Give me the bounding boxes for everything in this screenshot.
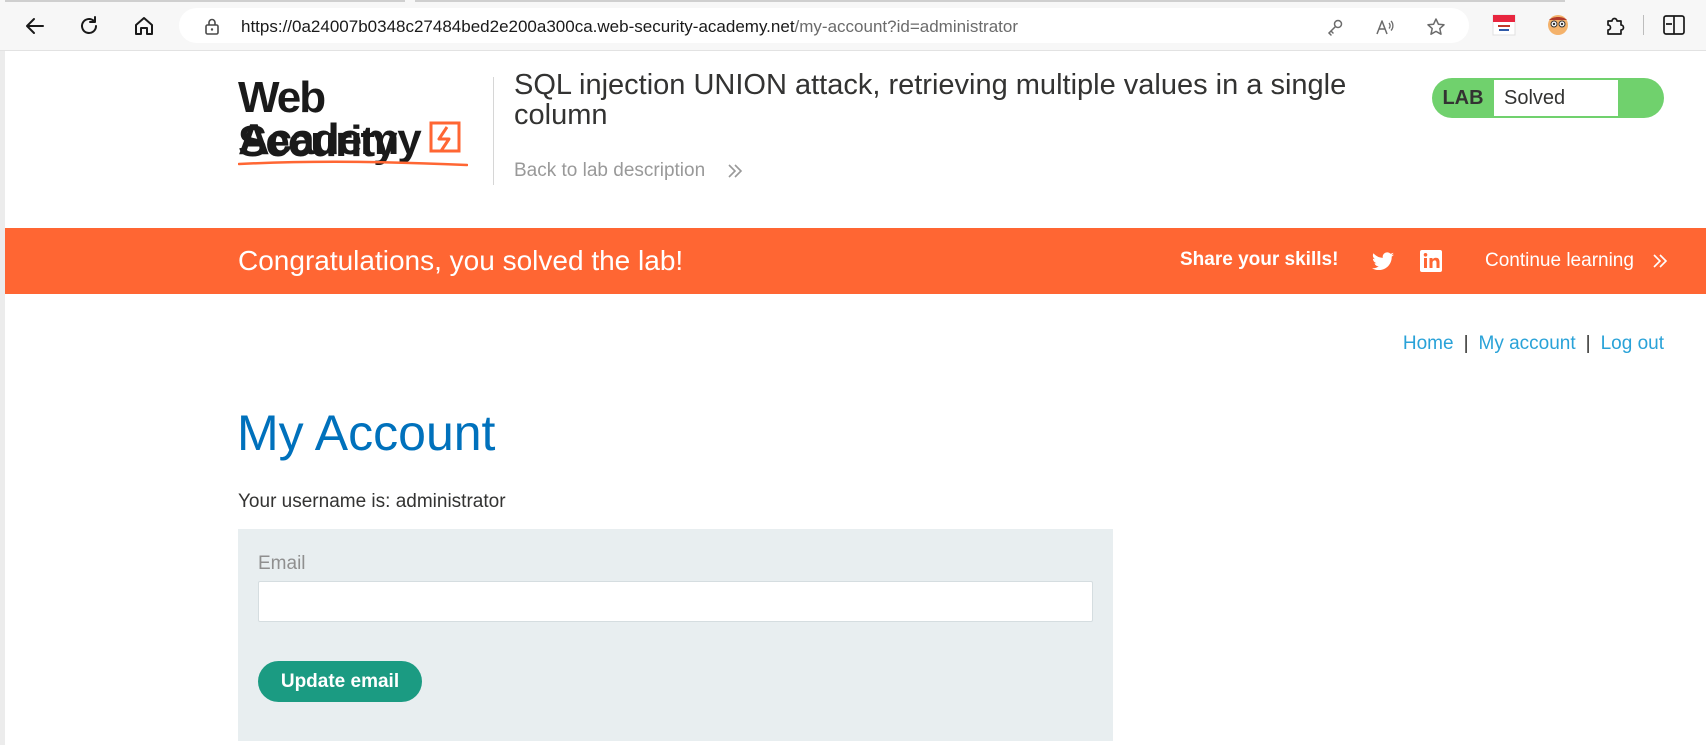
web-security-academy-logo[interactable]: Web Security Academy	[238, 76, 488, 167]
congratulations-message: Congratulations, you solved the lab!	[238, 245, 684, 276]
page-title: My Account	[237, 405, 496, 461]
header-divider	[493, 77, 494, 185]
favorite-star-icon[interactable]	[1426, 17, 1446, 37]
split-screen-icon[interactable]	[1662, 14, 1686, 36]
profile-icon[interactable]	[1546, 14, 1570, 36]
double-chevron-right-icon[interactable]	[1652, 253, 1668, 269]
solved-notification-banner: Congratulations, you solved the lab! Sha…	[5, 228, 1706, 294]
update-email-button[interactable]: Update email	[258, 661, 422, 702]
back-button[interactable]	[18, 9, 52, 43]
change-email-form: Email Update email	[238, 529, 1113, 741]
home-button[interactable]	[127, 9, 161, 43]
reload-button[interactable]	[72, 9, 106, 43]
home-icon	[135, 17, 153, 35]
home-link[interactable]: Home	[1403, 333, 1454, 354]
url-host: https://0a24007b0348c27484bed2e200a300ca…	[241, 17, 795, 36]
my-account-link[interactable]: My account	[1479, 333, 1576, 354]
window-edge	[0, 51, 5, 745]
toolbar-separator	[1643, 15, 1644, 35]
lab-status-badge: LAB Solved	[1432, 78, 1664, 118]
back-icon	[26, 18, 44, 34]
linkedin-icon[interactable]	[1419, 249, 1443, 273]
account-navigation: Home | My account | Log out	[1403, 333, 1664, 355]
logo-text-line2: Academy	[238, 115, 422, 164]
key-icon[interactable]	[1325, 17, 1345, 37]
puzzle-icon[interactable]	[1603, 14, 1627, 36]
url-text[interactable]: https://0a24007b0348c27484bed2e200a300ca…	[241, 17, 1018, 37]
url-path: /my-account?id=administrator	[794, 17, 1019, 36]
tab-strip	[5, 0, 405, 2]
browser-toolbar: https://0a24007b0348c27484bed2e200a300ca…	[0, 0, 1706, 51]
email-input[interactable]	[258, 581, 1093, 622]
read-aloud-icon[interactable]	[1375, 17, 1395, 37]
lock-icon[interactable]	[203, 17, 221, 35]
logo-underline-icon	[238, 160, 468, 167]
double-chevron-right-icon[interactable]	[727, 163, 743, 179]
email-label: Email	[258, 553, 306, 574]
log-out-link[interactable]: Log out	[1601, 333, 1664, 354]
share-skills-label: Share your skills!	[1180, 249, 1339, 270]
extension-icon[interactable]	[1492, 14, 1516, 36]
academy-logo-icon	[429, 121, 461, 153]
tab-strip	[415, 0, 1565, 2]
lab-status-value: Solved	[1494, 80, 1618, 116]
twitter-icon[interactable]	[1371, 249, 1395, 273]
nav-separator: |	[1585, 333, 1591, 354]
back-to-lab-description-link[interactable]: Back to lab description	[514, 160, 705, 182]
nav-separator: |	[1463, 333, 1469, 354]
lab-badge-label: LAB	[1442, 86, 1484, 109]
reload-icon	[81, 16, 97, 34]
lab-title: SQL injection UNION attack, retrieving m…	[514, 69, 1347, 131]
username-text: Your username is: administrator	[238, 491, 506, 512]
continue-learning-link[interactable]: Continue learning	[1485, 250, 1634, 272]
address-bar[interactable]: https://0a24007b0348c27484bed2e200a300ca…	[179, 8, 1469, 43]
